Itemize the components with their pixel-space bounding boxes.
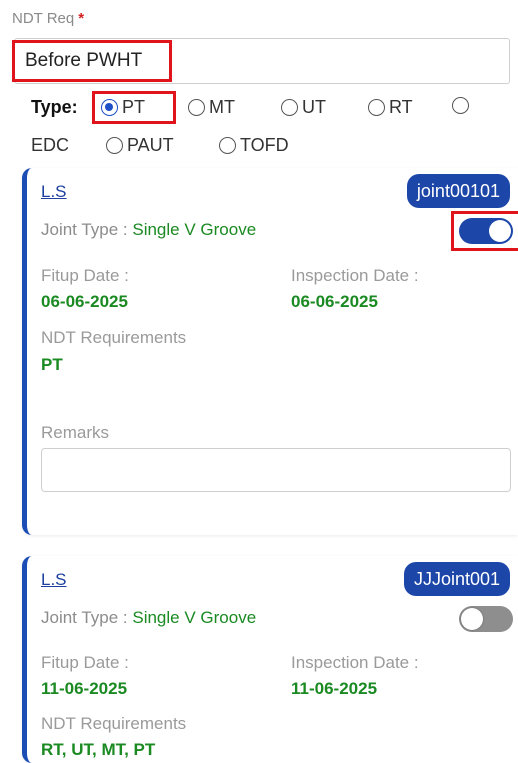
joint-type-label: Joint Type : [41,608,133,627]
radio-ut-circle [281,99,298,116]
radio-edc-label-wrap[interactable]: EDC [31,135,69,156]
joint-toggle[interactable] [459,606,513,632]
pt-highlight-box [92,91,176,124]
joint-type-label: Joint Type : [41,220,133,239]
ndt-req-label-text: NDT Req [12,10,75,27]
joint-id-badge: JJJoint001 [403,562,510,596]
inspection-date-value: 06-06-2025 [291,292,378,311]
joint-id-badge: joint00101 [406,174,510,208]
radio-rt-label: RT [389,97,413,117]
radio-rt[interactable]: RT [368,97,413,118]
required-mark: * [78,10,85,27]
fitup-date-label: Fitup Date : [41,653,129,672]
fitup-date-value: 11-06-2025 [41,679,128,698]
remarks-label: Remarks [41,423,110,442]
radio-edc-circle [452,97,469,114]
radio-ut[interactable]: UT [281,97,326,118]
radio-tofd[interactable]: TOFD [219,135,289,156]
ndt-requirements-value: RT, UT, MT, PT [41,740,156,759]
radio-rt-circle [368,99,385,116]
ndt-req-label: NDT Req * [12,10,84,27]
ls-link[interactable]: L.S [41,182,67,202]
toggle-knob [461,608,483,630]
inspection-date-label: Inspection Date : [291,266,419,285]
joint-card: L.S joint00101 Joint Type : Single V Gro… [22,168,518,535]
radio-edc-label: EDC [31,135,70,155]
joint-type-row: Joint Type : Single V Groove [41,608,256,628]
radio-tofd-circle [219,137,236,154]
remarks-input[interactable] [41,448,511,492]
ndt-req-value[interactable]: Before PWHT [12,40,172,82]
joint-type-value: Single V Groove [132,220,257,239]
ndt-requirements-label: NDT Requirements [41,328,187,347]
joint-type-value: Single V Groove [132,608,257,627]
radio-paut[interactable]: PAUT [106,135,174,156]
radio-paut-circle [106,137,123,154]
inspection-date-value: 11-06-2025 [291,679,378,698]
ls-link[interactable]: L.S [41,570,67,590]
radio-mt-circle [188,99,205,116]
radio-paut-label: PAUT [127,135,174,155]
fitup-date-label: Fitup Date : [41,266,129,285]
ndt-requirements-label: NDT Requirements [41,714,187,733]
radio-edc[interactable] [452,97,473,114]
ndt-requirements-value: PT [41,355,63,374]
radio-mt-label: MT [209,97,235,117]
inspection-date-label: Inspection Date : [291,653,419,672]
fitup-date-value: 06-06-2025 [41,292,128,311]
toggle-highlight-box [451,211,518,251]
joint-type-row: Joint Type : Single V Groove [41,220,256,240]
radio-mt[interactable]: MT [188,97,235,118]
joint-card: L.S JJJoint001 Joint Type : Single V Gro… [22,556,518,763]
radio-ut-label: UT [302,97,326,117]
radio-tofd-label: TOFD [240,135,289,155]
type-label: Type: [31,97,78,117]
